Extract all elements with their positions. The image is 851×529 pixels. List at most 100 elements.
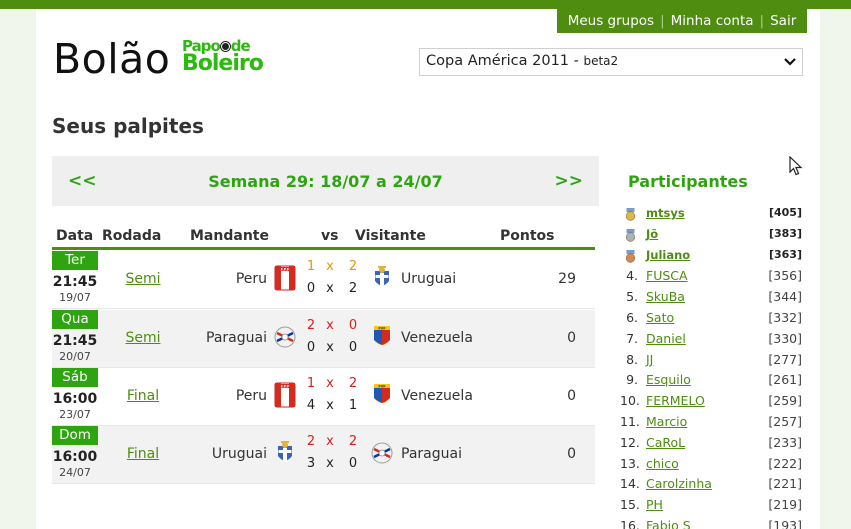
logo-boleiro: Boleiro	[182, 51, 264, 76]
participant-name[interactable]: Sato	[646, 310, 674, 325]
next-week-button[interactable]: >>	[555, 171, 584, 191]
tournament-select[interactable]: Copa América 2011 - beta2	[419, 48, 803, 76]
participant-score: [383]	[768, 226, 802, 240]
participant-rank: 10.	[620, 393, 640, 409]
participant-item: 7. Daniel [330]	[620, 331, 802, 352]
match-date: 23/07	[59, 408, 91, 421]
participant-name[interactable]: Juliano	[646, 248, 690, 262]
participant-score: [330]	[768, 330, 802, 346]
logo-bolao[interactable]: Bolão	[53, 35, 170, 83]
participant-name[interactable]: Esquilo	[646, 372, 691, 387]
participant-rank: 15.	[620, 497, 640, 513]
participant-rank: 5.	[626, 289, 638, 305]
final-away-goals: 1	[348, 398, 358, 413]
match-time: 21:45	[52, 333, 98, 349]
match-date: 24/07	[59, 466, 91, 479]
header-home: Mandante	[190, 228, 269, 244]
participant-name[interactable]: mtsys	[646, 206, 685, 220]
participant-item: 13. chico [222]	[620, 456, 802, 477]
svg-text:F.P.F: F.P.F	[281, 267, 290, 271]
participant-name[interactable]: JJ	[646, 352, 653, 367]
predicted-away-goals[interactable]: 0	[346, 318, 360, 333]
participant-item: 10. FERMELO [259]	[620, 393, 802, 414]
participant-item: mtsys [405]	[620, 206, 802, 227]
participant-score: [344]	[768, 289, 802, 305]
participant-name[interactable]: chico	[646, 456, 679, 471]
round-link[interactable]: Semi	[124, 330, 162, 346]
match-time: 21:45	[52, 274, 98, 290]
participant-item: 12. CaRoL [233]	[620, 435, 802, 456]
predicted-home-goals[interactable]: 1	[304, 259, 318, 274]
final-home-goals: 0	[306, 281, 316, 296]
predicted-home-goals[interactable]: 2	[304, 434, 318, 449]
away-team: Uruguai	[401, 271, 457, 287]
predicted-home-goals[interactable]: 1	[304, 376, 318, 391]
home-team: Peru	[235, 388, 267, 404]
participant-item: 9. Esquilo [261]	[620, 372, 802, 393]
soccer-ball-icon	[220, 42, 230, 51]
predicted-x: x	[326, 434, 334, 449]
match-row: Qua 21:45 20/07 Semi Paraguai 2 x 0 0 x 0 FVF Venezu…	[52, 310, 595, 368]
participant-name[interactable]: Carolzinha	[646, 476, 712, 491]
participant-name[interactable]: CaRoL	[646, 435, 685, 450]
match-row: Dom 16:00 24/07 Final Uruguai 2 x 2 3 x 0 Paraguai 0	[52, 426, 595, 484]
header-date: Data	[56, 228, 94, 244]
weekday-badge: Dom	[52, 426, 98, 445]
page-title: Seus palpites	[52, 114, 204, 138]
predicted-home-goals[interactable]: 2	[304, 318, 318, 333]
participant-name[interactable]: Fabio S	[646, 518, 691, 529]
participant-rank: 11.	[620, 413, 640, 429]
participant-score: [193]	[768, 517, 802, 529]
participant-rank: 16.	[620, 517, 640, 529]
prev-week-button[interactable]: <<	[68, 171, 97, 191]
nav-sair[interactable]: Sair	[764, 13, 802, 29]
predicted-x: x	[326, 318, 334, 333]
final-away-goals: 2	[348, 281, 358, 296]
participant-item: 6. Sato [332]	[620, 310, 802, 331]
uruguay-flag-icon	[274, 440, 296, 466]
participant-item: 5. SkuBa [344]	[620, 289, 802, 310]
participant-name[interactable]: Jõ	[646, 227, 658, 241]
participant-rank: 14.	[620, 476, 640, 492]
final-x: x	[326, 340, 334, 355]
predicted-away-goals[interactable]: 2	[346, 434, 360, 449]
round-link[interactable]: Final	[124, 446, 162, 462]
final-x: x	[326, 398, 334, 413]
participant-score: [363]	[768, 247, 802, 261]
predicted-away-goals[interactable]: 2	[346, 259, 360, 274]
venezuela-flag-icon: FVF	[371, 382, 393, 408]
nav-minha-conta[interactable]: Minha conta	[665, 13, 760, 29]
peru-flag-icon: F.P.F	[274, 382, 296, 408]
final-x: x	[326, 456, 334, 471]
svg-text:FVF: FVF	[378, 326, 386, 330]
participant-name[interactable]: Marcio	[646, 414, 687, 429]
participant-name[interactable]: PH	[646, 497, 663, 512]
participant-name[interactable]: FERMELO	[646, 393, 705, 408]
participant-score: [277]	[768, 351, 802, 367]
participant-name[interactable]: FUSCA	[646, 268, 688, 283]
predicted-away-goals[interactable]: 2	[346, 376, 360, 391]
participant-item: 16. Fabio S [193]	[620, 518, 802, 529]
final-home-goals: 4	[306, 398, 316, 413]
participant-score: [356]	[768, 268, 802, 284]
participant-name[interactable]: Daniel	[646, 331, 686, 346]
match-date-cell: Qua 21:45 20/07	[52, 310, 98, 368]
svg-text:FVF: FVF	[378, 384, 386, 388]
participant-rank: 13.	[620, 455, 640, 471]
participant-score: [261]	[768, 372, 802, 388]
nav-meus-grupos[interactable]: Meus grupos	[562, 13, 660, 29]
participant-item: 4. FUSCA [356]	[620, 268, 802, 289]
round-link[interactable]: Final	[124, 388, 162, 404]
final-away-goals: 0	[348, 456, 358, 471]
participant-name[interactable]: SkuBa	[646, 289, 685, 304]
participant-score: [259]	[768, 393, 802, 409]
match-date: 19/07	[59, 291, 91, 304]
mouse-cursor-icon	[789, 156, 803, 176]
paraguay-flag-icon	[274, 324, 296, 350]
predicted-x: x	[326, 376, 334, 391]
participant-score: [219]	[768, 497, 802, 513]
participant-item: 8. JJ [277]	[620, 352, 802, 373]
round-link[interactable]: Semi	[124, 271, 162, 287]
final-x: x	[326, 281, 334, 296]
home-team: Peru	[235, 271, 267, 287]
